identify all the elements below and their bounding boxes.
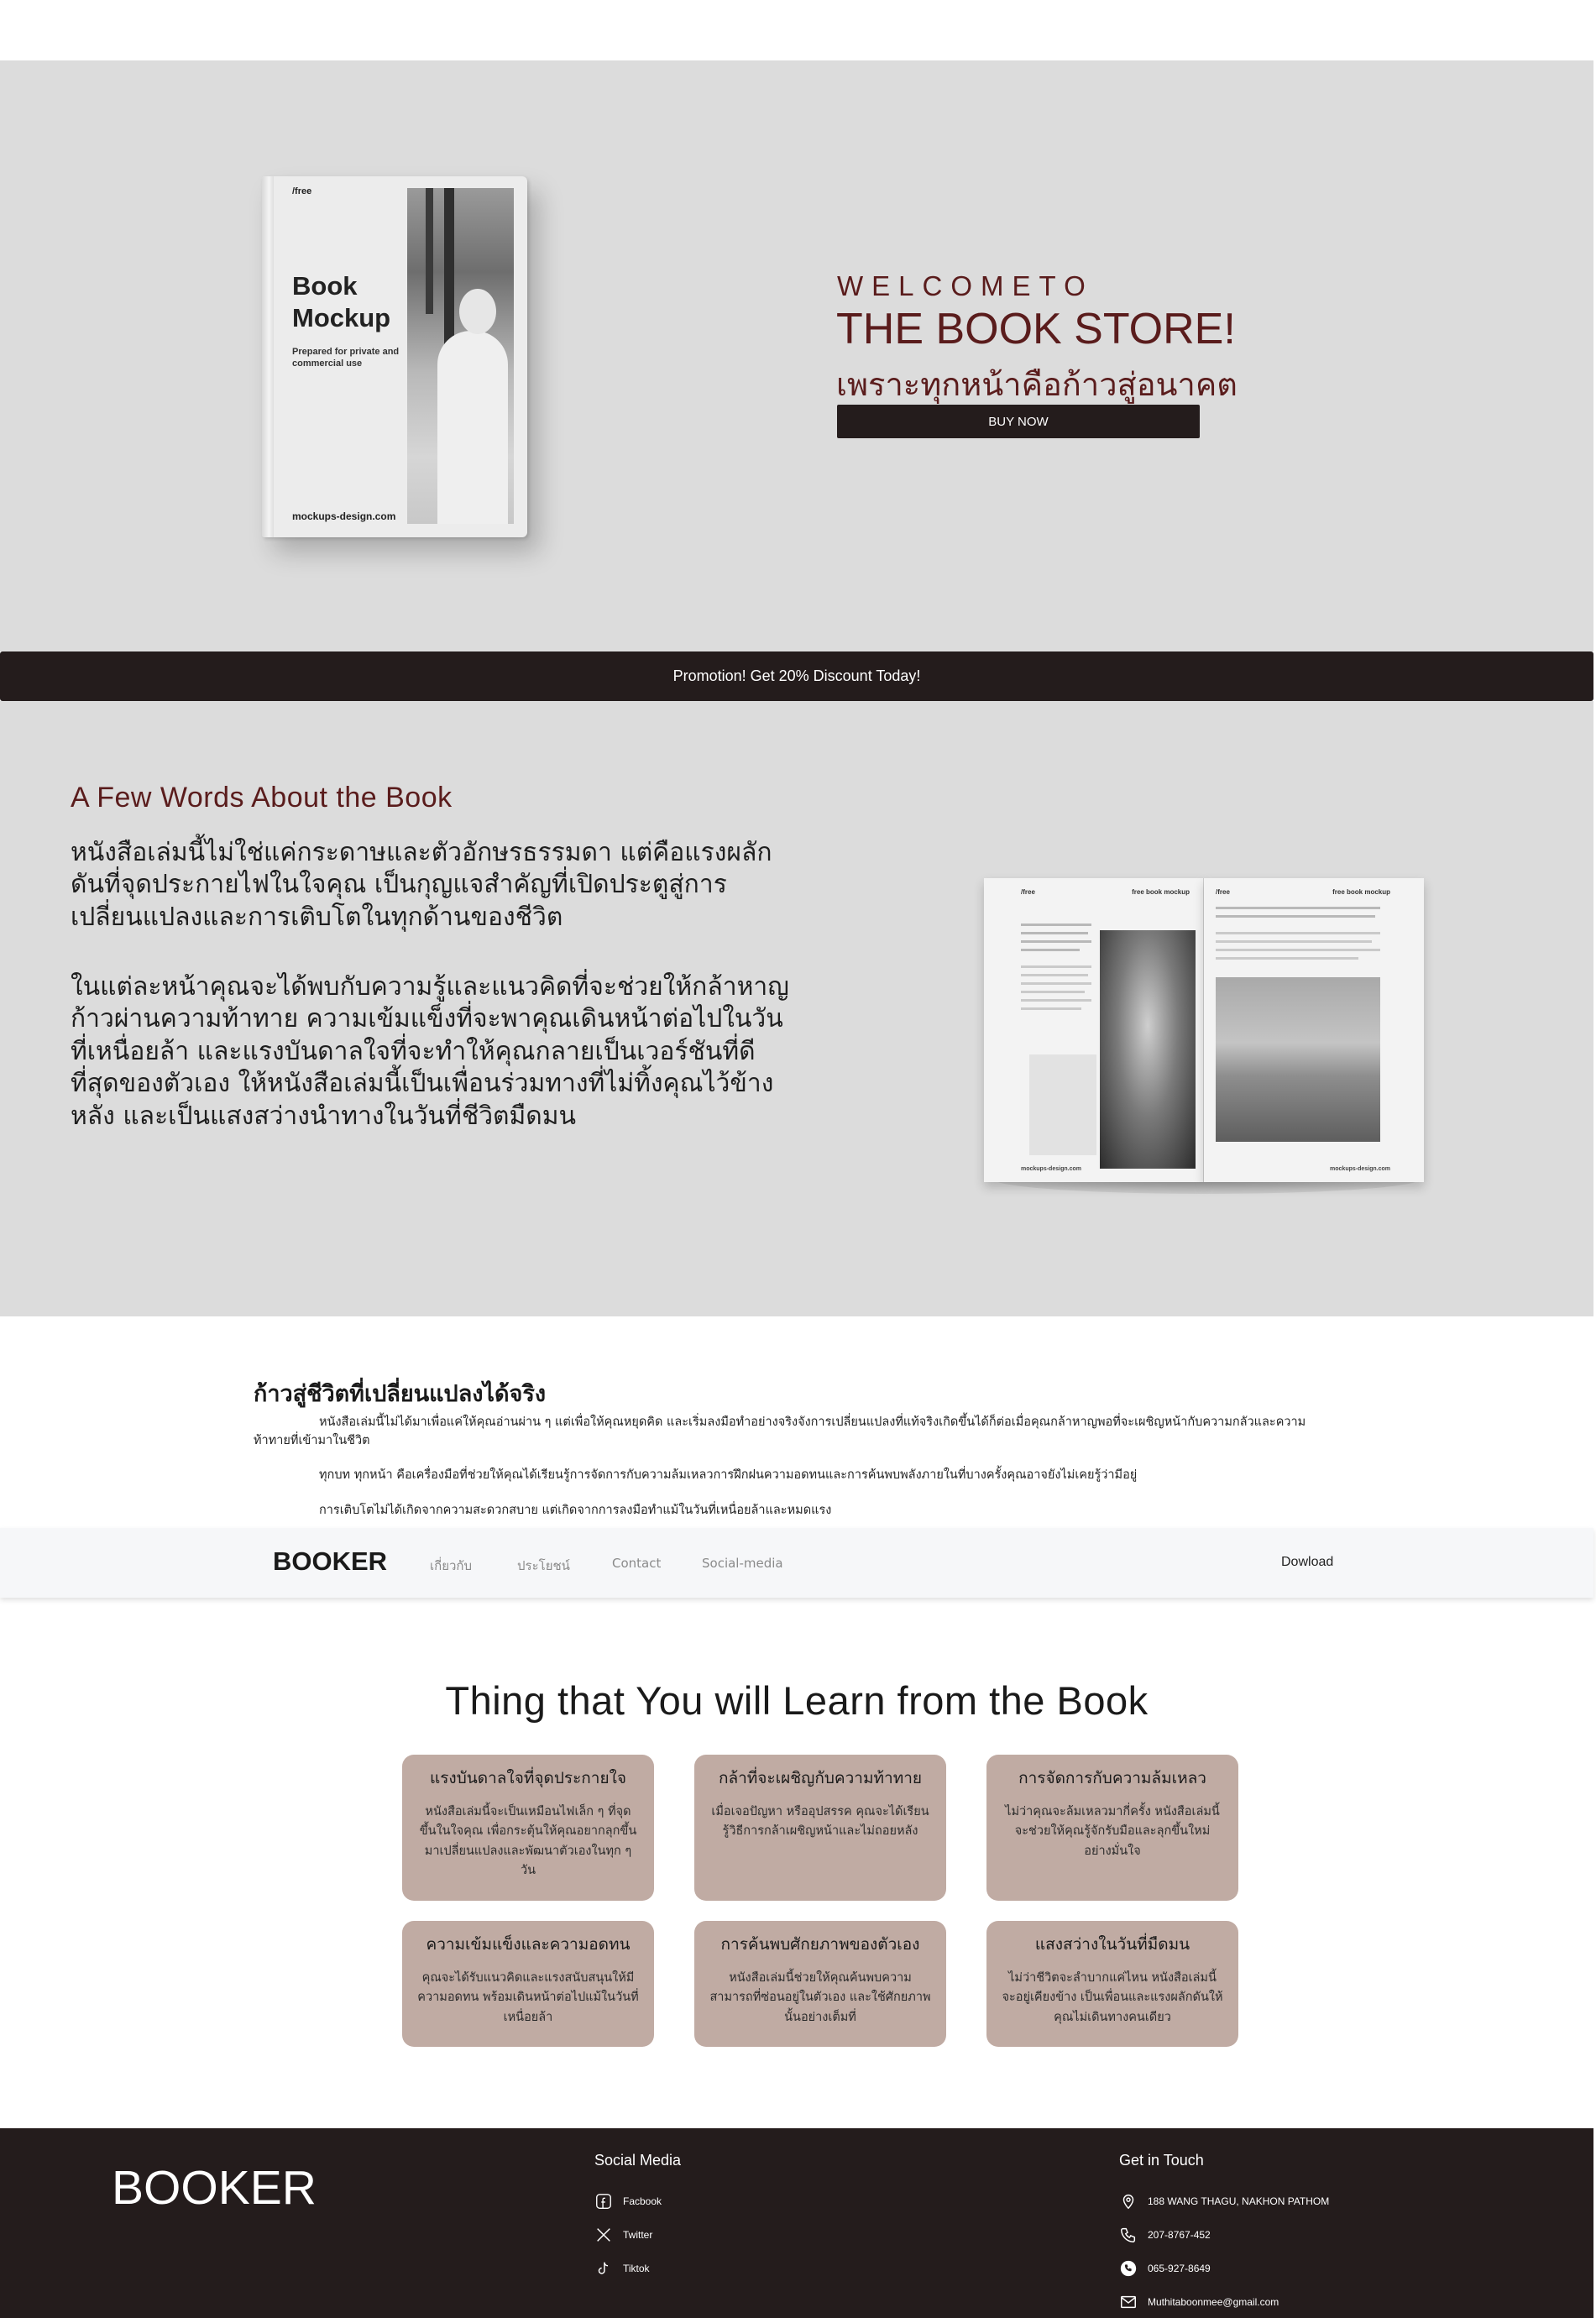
about-paragraph-1: หนังสือเล่มนี้ไม่ใช่แค่กระดาษและตัวอักษร… [71,838,772,932]
footer-link-facebook[interactable]: Facbook [594,2192,662,2211]
book-cover-photo [407,188,514,524]
footer-contact-label: 207-8767-452 [1148,2229,1211,2241]
learn-card-text: ไม่ว่าคุณจะล้มเหลวมากี่ครั้ง หนังสือเล่ม… [1005,1804,1220,1858]
mail-icon [1121,2295,1136,2309]
navbar-brand[interactable]: BOOKER [273,1546,387,1577]
location-pin-icon [1122,2195,1134,2210]
learn-card-title: แรงบันดาลใจที่จุดประกายใจ [429,1769,627,1787]
right-page-footer: mockups-design.com [1330,1166,1390,1172]
footer-social-heading: Social Media [594,2152,682,2169]
learn-card-text: ไม่ว่าชีวิตจะลำบากแค่ไหน หนังสือเล่มนี้จ… [1002,1970,1223,2024]
open-book-right-page: /free free book mockup mockups-design.co… [1204,878,1424,1182]
book-mockup-image: /free Book Mockup Prepared for private a… [262,176,527,537]
twitter-x-icon [597,2228,610,2242]
footer-link-label: Facbook [623,2195,662,2207]
footer-contact-label: 188 WANG THAGU, NAKHON PATHOM [1148,2195,1330,2207]
footer-link-label: Twitter [623,2229,653,2241]
story-paragraph-2: ทุกบท ทุกหน้า คือเครื่องมือที่ช่วยให้คุณ… [319,1468,1138,1482]
open-book-image: /free free book mockup mockups-design.co… [984,878,1426,1194]
hero-section: /free Book Mockup Prepared for private a… [0,60,1593,651]
learn-card: ความเข้มแข็งและความอดทน คุณจะได้รับแนวคิ… [402,1921,654,2047]
right-page-header: free book mockup [1332,888,1390,896]
story-title: ก้าวสู่ชีวิตที่เปลี่ยนแปลงได้จริง [254,1381,547,1407]
open-book-left-page: /free free book mockup mockups-design.co… [984,878,1204,1182]
learn-card-title: กล้าที่จะเผชิญกับความท้าทาย [718,1769,923,1787]
learn-card-title: การจัดการกับความล้มเหลว [1018,1769,1206,1787]
left-page-footer: mockups-design.com [1021,1166,1081,1172]
learn-card-title: ความเข้มแข็งและความอดทน [426,1935,631,1954]
phone-filled-icon [1120,2260,1137,2277]
facebook-icon [596,2194,611,2209]
footer-contact-phone-2[interactable]: 065-927-8649 [1119,2259,1211,2278]
phone-icon [1121,2227,1136,2242]
footer-contact-label: Muthitaboonmee@gmail.com [1148,2296,1279,2308]
nav-link-contact[interactable]: Contact [612,1556,661,1571]
promotion-banner: Promotion! Get 20% Discount Today! [0,651,1593,701]
left-page-label: /free [1021,888,1035,896]
learn-card: การค้นพบศักยภาพของตัวเอง หนังสือเล่มนี้ช… [694,1921,946,2047]
buy-now-button[interactable]: BUY NOW [837,405,1200,438]
hero-title: THE BOOK STORE! [836,305,1236,353]
story-paragraph-3: การเติบโตไม่ได้เกิดจากความสะดวกสบาย แต่เ… [319,1504,832,1517]
learn-card-text: คุณจะได้รับแนวคิดและแรงสนับสนุนให้มีความ… [417,1970,639,2024]
learn-card-title: แสงสว่างในวันที่มืดมน [1034,1935,1190,1954]
footer-contact-heading: Get in Touch [1119,2152,1204,2169]
footer-contact-address: 188 WANG THAGU, NAKHON PATHOM [1119,2192,1329,2211]
learn-card-text: หนังสือเล่มนี้ช่วยให้คุณค้นพบความสามารถท… [709,1970,931,2024]
download-link[interactable]: Dowload [1281,1555,1333,1570]
about-title: A Few Words About the Book [71,782,453,814]
learn-card-text: หนังสือเล่มนี้จะเป็นเหมือนไฟเล็ก ๆ ที่จุ… [419,1804,637,1878]
learn-card-text: เมื่อเจอปัญหา หรืออุปสรรค คุณจะได้เรียนร… [711,1804,929,1839]
right-page-label: /free [1216,888,1230,896]
learn-card: แรงบันดาลใจที่จุดประกายใจ หนังสือเล่มนี้… [402,1755,654,1901]
footer-link-twitter[interactable]: Twitter [594,2226,652,2244]
navbar: BOOKER เกี่ยวกับ ประโยชน์ Contact Social… [0,1528,1593,1598]
footer-link-tiktok[interactable]: Tiktok [594,2259,650,2278]
learn-card-title: การค้นพบศักยภาพของตัวเอง [720,1935,920,1954]
nav-link-about[interactable]: เกี่ยวกับ [430,1556,472,1576]
footer-contact-email[interactable]: Muthitaboonmee@gmail.com [1119,2293,1279,2311]
hero-tagline: เพราะทุกหน้าคือก้าวสู่อนาคต [836,366,1238,403]
footer-brand: BOOKER [112,2161,317,2215]
book-spine [262,176,274,537]
book-cover-title: Book Mockup [292,271,391,332]
left-page-photo [1100,930,1196,1169]
footer-contact-phone-1[interactable]: 207-8767-452 [1119,2226,1211,2244]
footer-contact-label: 065-927-8649 [1148,2263,1211,2274]
book-cover-site: mockups-design.com [292,510,396,522]
footer-link-label: Tiktok [623,2263,650,2274]
nav-link-social-media[interactable]: Social-media [702,1556,783,1571]
learn-card: กล้าที่จะเผชิญกับความท้าทาย เมื่อเจอปัญห… [694,1755,946,1901]
book-cover-label: /free [292,186,312,196]
left-page-header: free book mockup [1132,888,1190,896]
about-section: A Few Words About the Book หนังสือเล่มนี… [0,701,1593,1316]
nav-link-benefits[interactable]: ประโยชน์ [517,1556,570,1576]
right-page-photo [1216,977,1380,1142]
tiktok-icon [598,2262,609,2274]
learn-title: Thing that You will Learn from the Book [445,1678,1149,1723]
footer: BOOKER Social Media Facbook Twitter Tikt… [0,2128,1593,2318]
learn-card: แสงสว่างในวันที่มืดมน ไม่ว่าชีวิตจะลำบาก… [986,1921,1238,2047]
learn-card: การจัดการกับความล้มเหลว ไม่ว่าคุณจะล้มเห… [986,1755,1238,1901]
welcome-text: WELCOMETO [837,270,1094,301]
story-paragraph-1: หนังสือเล่มนี้ไม่ได้มาเพื่อแค่ให้คุณอ่าน… [254,1415,1306,1448]
book-cover-subtitle: Prepared for private and commercial use [292,347,400,369]
about-paragraph-2: ในแต่ละหน้าคุณจะได้พบกับความรู้และแนวคิด… [71,972,789,1131]
